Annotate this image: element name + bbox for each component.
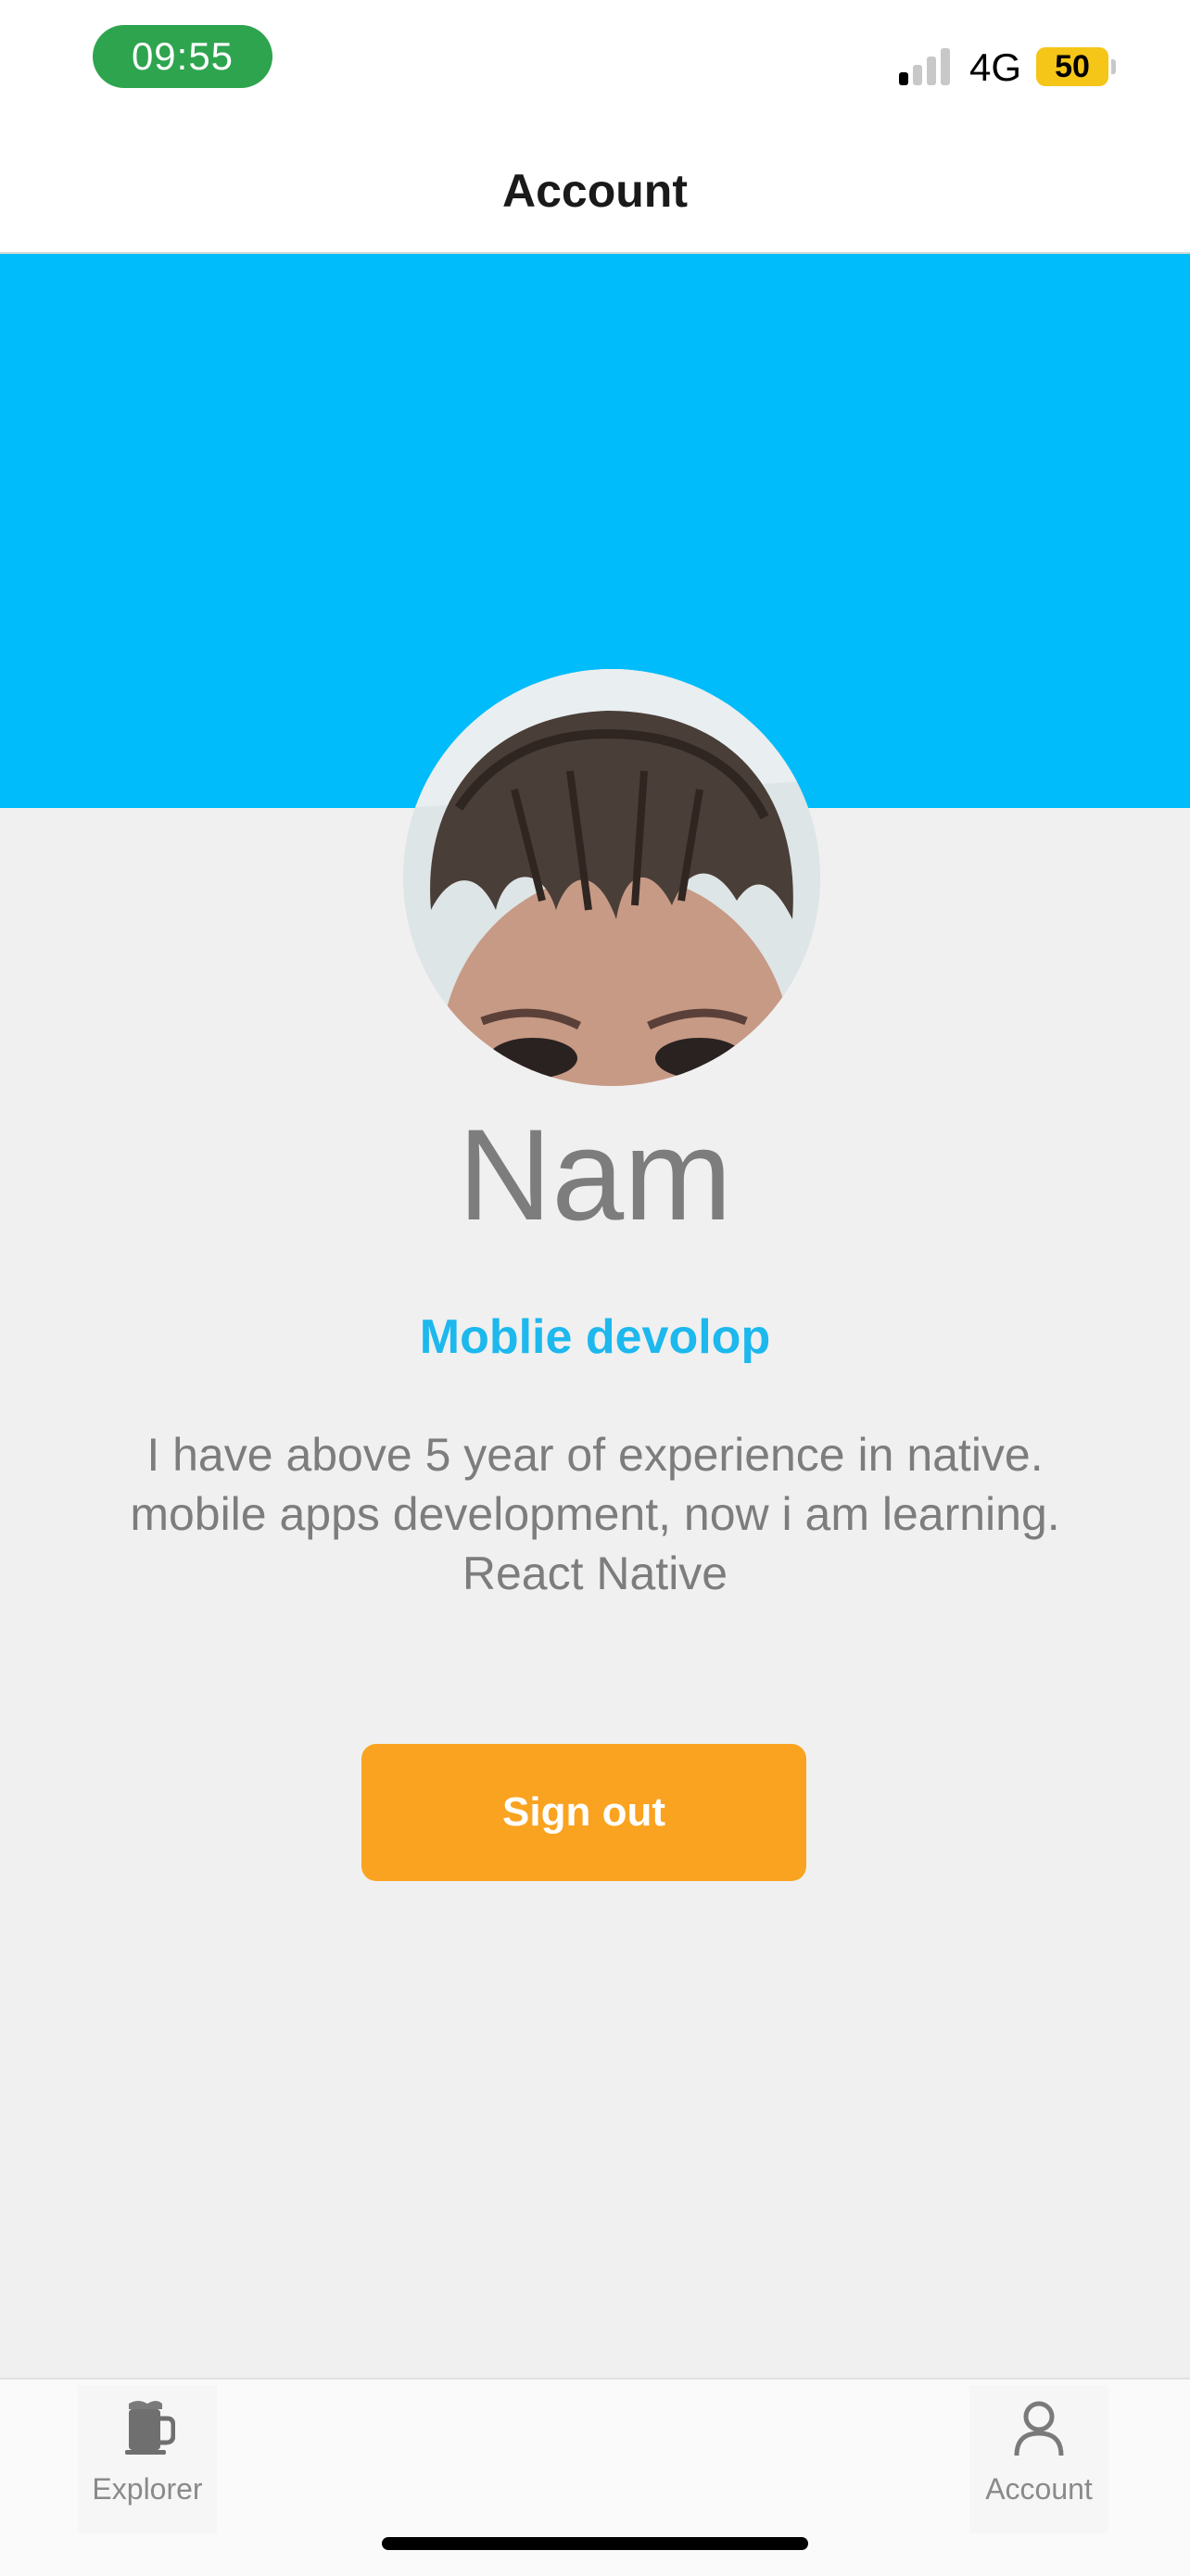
mug-icon	[125, 2401, 175, 2455]
status-bar: 09:55 4G 50	[0, 0, 1190, 130]
network-type: 4G	[969, 45, 1022, 89]
status-time: 09:55	[93, 25, 272, 88]
home-indicator[interactable]	[382, 2537, 808, 2550]
profile-bio: I have above 5 year of experience in nat…	[130, 1429, 1060, 1599]
tab-account[interactable]: Account	[969, 2385, 1108, 2533]
battery-tip	[1111, 59, 1116, 74]
cellular-signal-icon	[899, 46, 955, 85]
nav-header: Account	[0, 130, 1190, 254]
page-title: Account	[502, 165, 688, 217]
tab-label-account: Account	[985, 2472, 1093, 2506]
profile-name: Nam	[458, 1102, 732, 1247]
person-icon	[1014, 2401, 1064, 2456]
tab-explorer[interactable]: Explorer	[78, 2385, 217, 2533]
battery-icon: 50	[1036, 47, 1108, 86]
tab-label-explorer: Explorer	[92, 2472, 203, 2506]
profile-photo-icon	[403, 669, 820, 1086]
profile-role: Moblie devolop	[419, 1310, 771, 1364]
sign-out-button[interactable]: Sign out	[361, 1744, 806, 1881]
avatar	[403, 669, 820, 1086]
